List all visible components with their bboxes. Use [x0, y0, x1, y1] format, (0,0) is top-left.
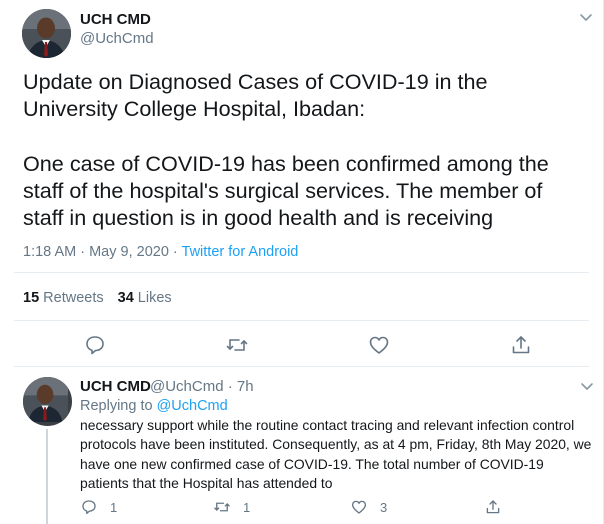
- retweet-icon: [214, 502, 230, 512]
- avatar[interactable]: [23, 377, 72, 426]
- tweet-text: Update on Diagnosed Cases of COVID-19 in…: [23, 69, 549, 231]
- timestamp[interactable]: 1:18 AM · May 9, 2020 ·: [23, 244, 182, 260]
- retweet-icon[interactable]: [225, 333, 249, 357]
- retweets-label: Retweets: [43, 290, 104, 306]
- author-name[interactable]: UCH CMD: [80, 11, 151, 28]
- replying-to: Replying to @UchCmd: [80, 398, 228, 414]
- divider: [14, 272, 589, 273]
- likes-count: 34: [117, 290, 134, 306]
- chevron-down-icon[interactable]: [580, 379, 594, 393]
- share-action[interactable]: [484, 497, 502, 517]
- like-count: 3: [380, 499, 388, 515]
- retweets-stat[interactable]: 15 Retweets: [23, 290, 104, 306]
- reply-icon: [82, 500, 96, 515]
- replying-prefix: Replying to: [80, 398, 157, 414]
- thread-line: [46, 429, 48, 524]
- like-action[interactable]: 3: [350, 497, 387, 517]
- tweet-thread: UCH CMD @UchCmd Update on Diagnosed Case…: [0, 0, 604, 524]
- share-icon[interactable]: [509, 333, 533, 357]
- retweets-count: 15: [23, 290, 40, 306]
- divider: [14, 320, 589, 321]
- retweet-action[interactable]: 1: [213, 497, 250, 517]
- likes-stat[interactable]: 34 Likes: [118, 290, 172, 306]
- retweet-count: 1: [243, 499, 251, 515]
- reply-icon[interactable]: [83, 333, 107, 357]
- tweet-meta: 1:18 AM · May 9, 2020 · Twitter for Andr…: [23, 244, 298, 260]
- tweet-source-link[interactable]: Twitter for Android: [182, 244, 299, 260]
- share-icon: [486, 500, 500, 514]
- reply-count: 1: [110, 499, 118, 515]
- chevron-down-icon[interactable]: [579, 10, 593, 24]
- author-handle[interactable]: @UchCmd: [80, 30, 154, 47]
- divider: [14, 366, 589, 367]
- replying-to-mention[interactable]: @UchCmd: [157, 398, 228, 414]
- reply-action[interactable]: 1: [80, 497, 117, 517]
- likes-label: Likes: [137, 290, 172, 306]
- reply-text: necessary support while the routine cont…: [80, 417, 592, 491]
- reply-author-meta[interactable]: @UchCmd · 7h: [150, 378, 254, 395]
- tweet-stats: 15 Retweets 34 Likes: [23, 290, 172, 306]
- like-icon: [351, 500, 367, 514]
- reply-author-name[interactable]: UCH CMD: [80, 378, 151, 395]
- avatar[interactable]: [22, 9, 71, 58]
- like-icon[interactable]: [367, 333, 391, 357]
